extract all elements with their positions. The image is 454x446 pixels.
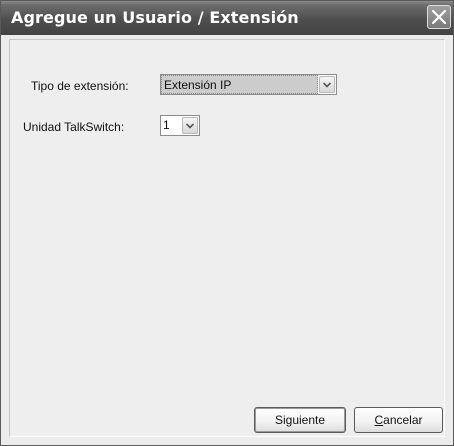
- extension-type-select[interactable]: Extensión IP: [160, 74, 337, 95]
- extension-type-label: Tipo de extensión:: [31, 79, 129, 93]
- extension-type-dropdown-button[interactable]: [319, 76, 335, 93]
- cancel-label-rest: ancelar: [383, 413, 423, 427]
- talkswitch-unit-value: 1: [163, 118, 170, 132]
- title-bar[interactable]: Agregue un Usuario / Extensión: [1, 1, 453, 35]
- close-icon: [431, 9, 447, 25]
- talkswitch-unit-dropdown-button[interactable]: [182, 117, 198, 134]
- chevron-down-icon: [323, 82, 331, 88]
- talkswitch-unit-select[interactable]: 1: [160, 115, 200, 136]
- dialog-window: Agregue un Usuario / Extensión Tipo de e…: [0, 0, 454, 446]
- cancel-button[interactable]: Cancelar: [354, 407, 443, 433]
- cancel-accelerator: C: [374, 413, 384, 427]
- dialog-content: Tipo de extensión: Extensión IP Unidad T…: [9, 39, 445, 437]
- chevron-down-icon: [186, 123, 194, 129]
- dialog-title: Agregue un Usuario / Extensión: [11, 8, 299, 27]
- extension-type-value: Extensión IP: [161, 75, 318, 94]
- next-button[interactable]: Siguiente: [254, 407, 346, 433]
- talkswitch-unit-label: Unidad TalkSwitch:: [23, 120, 125, 134]
- close-button[interactable]: [427, 5, 451, 29]
